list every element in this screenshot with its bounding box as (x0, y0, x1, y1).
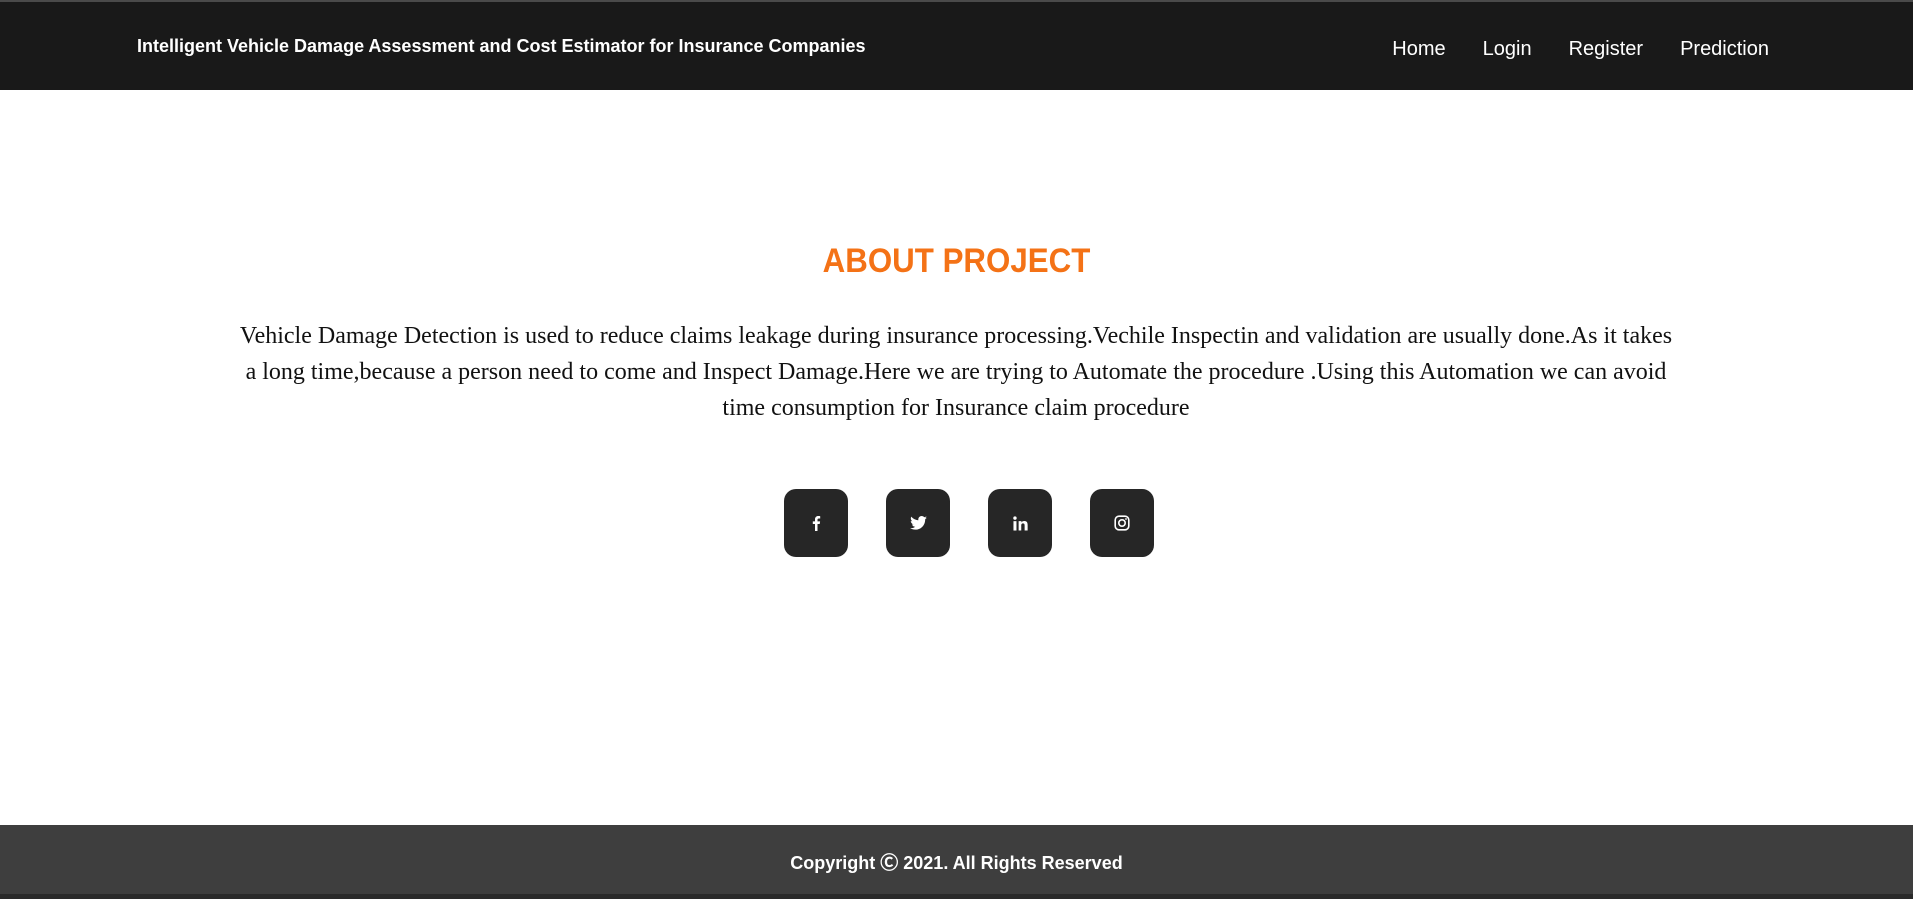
top-navbar: Intelligent Vehicle Damage Assessment an… (0, 0, 1913, 90)
page-footer: Copyright Ⓒ 2021. All Rights Reserved (0, 825, 1913, 899)
facebook-icon (812, 516, 821, 531)
instagram-icon (1114, 515, 1130, 531)
site-title[interactable]: Intelligent Vehicle Damage Assessment an… (137, 35, 866, 57)
nav-home-link[interactable]: Home (1392, 37, 1445, 61)
linkedin-button[interactable] (988, 489, 1052, 557)
linkedin-icon (1012, 515, 1028, 531)
facebook-button[interactable] (784, 489, 848, 557)
nav-register-link[interactable]: Register (1569, 37, 1643, 61)
instagram-button[interactable] (1090, 489, 1154, 557)
social-links (784, 489, 1154, 557)
about-description: Vehicle Damage Detection is used to redu… (239, 323, 1673, 421)
twitter-button[interactable] (886, 489, 950, 557)
nav-login-link[interactable]: Login (1483, 37, 1532, 61)
twitter-icon (909, 516, 927, 530)
nav-prediction-link[interactable]: Prediction (1680, 37, 1769, 61)
about-heading: ABOUT PROJECT (822, 242, 1091, 280)
copyright-text: Copyright Ⓒ 2021. All Rights Reserved (790, 853, 1123, 873)
main-nav: Home Login Register Prediction (1355, 37, 1769, 61)
